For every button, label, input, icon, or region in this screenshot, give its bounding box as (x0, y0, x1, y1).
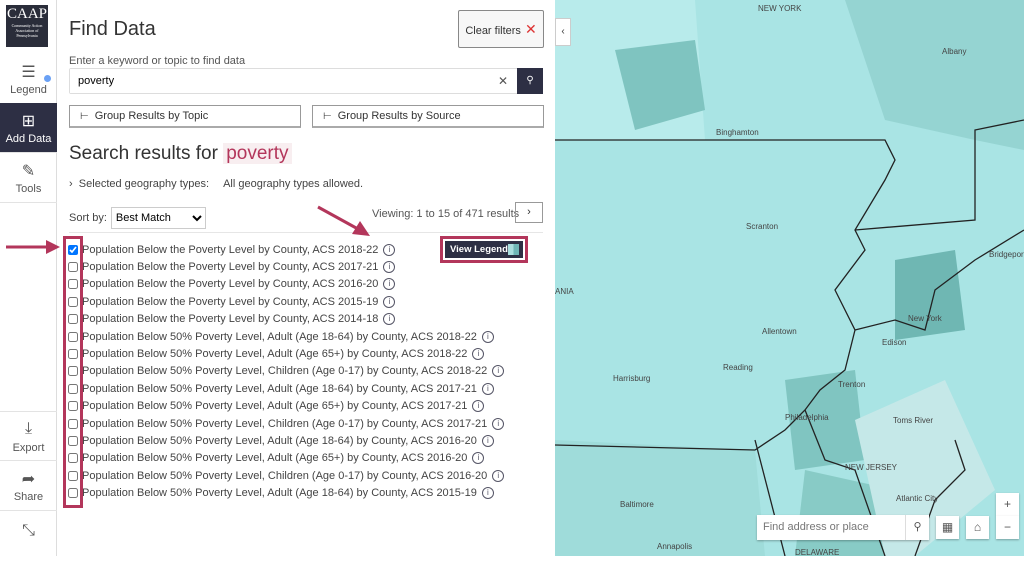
map-label: Scranton (746, 222, 779, 231)
map-label: Baltimore (620, 500, 654, 509)
map-label: ANIA (555, 287, 574, 296)
map-label: Atlantic City (896, 494, 939, 503)
map-label: Reading (723, 363, 753, 372)
map-label: Binghamton (716, 128, 759, 137)
county (555, 440, 765, 556)
map-label: Trenton (838, 380, 866, 389)
grid-icon: ▦ (941, 520, 954, 534)
annotation-arrows (6, 205, 370, 254)
basemap-gallery-button[interactable]: ▦ (936, 516, 959, 539)
map-label: Philadelphia (785, 413, 829, 422)
map-label: Toms River (893, 416, 934, 425)
map-label: Allentown (762, 327, 797, 336)
collapse-panel-button[interactable]: ‹ (555, 18, 571, 46)
map-label: Bridgeport (989, 250, 1024, 259)
map-label: Albany (942, 47, 967, 56)
search-icon[interactable]: ⚲ (905, 515, 929, 540)
map-canvas (555, 0, 1024, 556)
county (845, 0, 1024, 150)
arrow-line (317, 205, 359, 231)
home-button[interactable]: ⌂ (966, 516, 989, 539)
map-label: Edison (882, 338, 907, 347)
map-label: Annapolis (657, 542, 693, 551)
map-label: Harrisburg (613, 374, 651, 383)
map-label: NEW JERSEY (845, 463, 898, 472)
map-label: NEW YORK (758, 4, 802, 13)
map-label: New York (908, 314, 942, 323)
find-address-input[interactable]: Find address or place ⚲ (757, 515, 929, 540)
zoom-out-button[interactable]: − (996, 516, 1019, 539)
home-icon: ⌂ (973, 520, 982, 534)
arrow-head (46, 240, 60, 254)
county (895, 250, 965, 340)
zoom-in-button[interactable]: + (996, 493, 1019, 516)
map-view[interactable] (555, 0, 1024, 556)
